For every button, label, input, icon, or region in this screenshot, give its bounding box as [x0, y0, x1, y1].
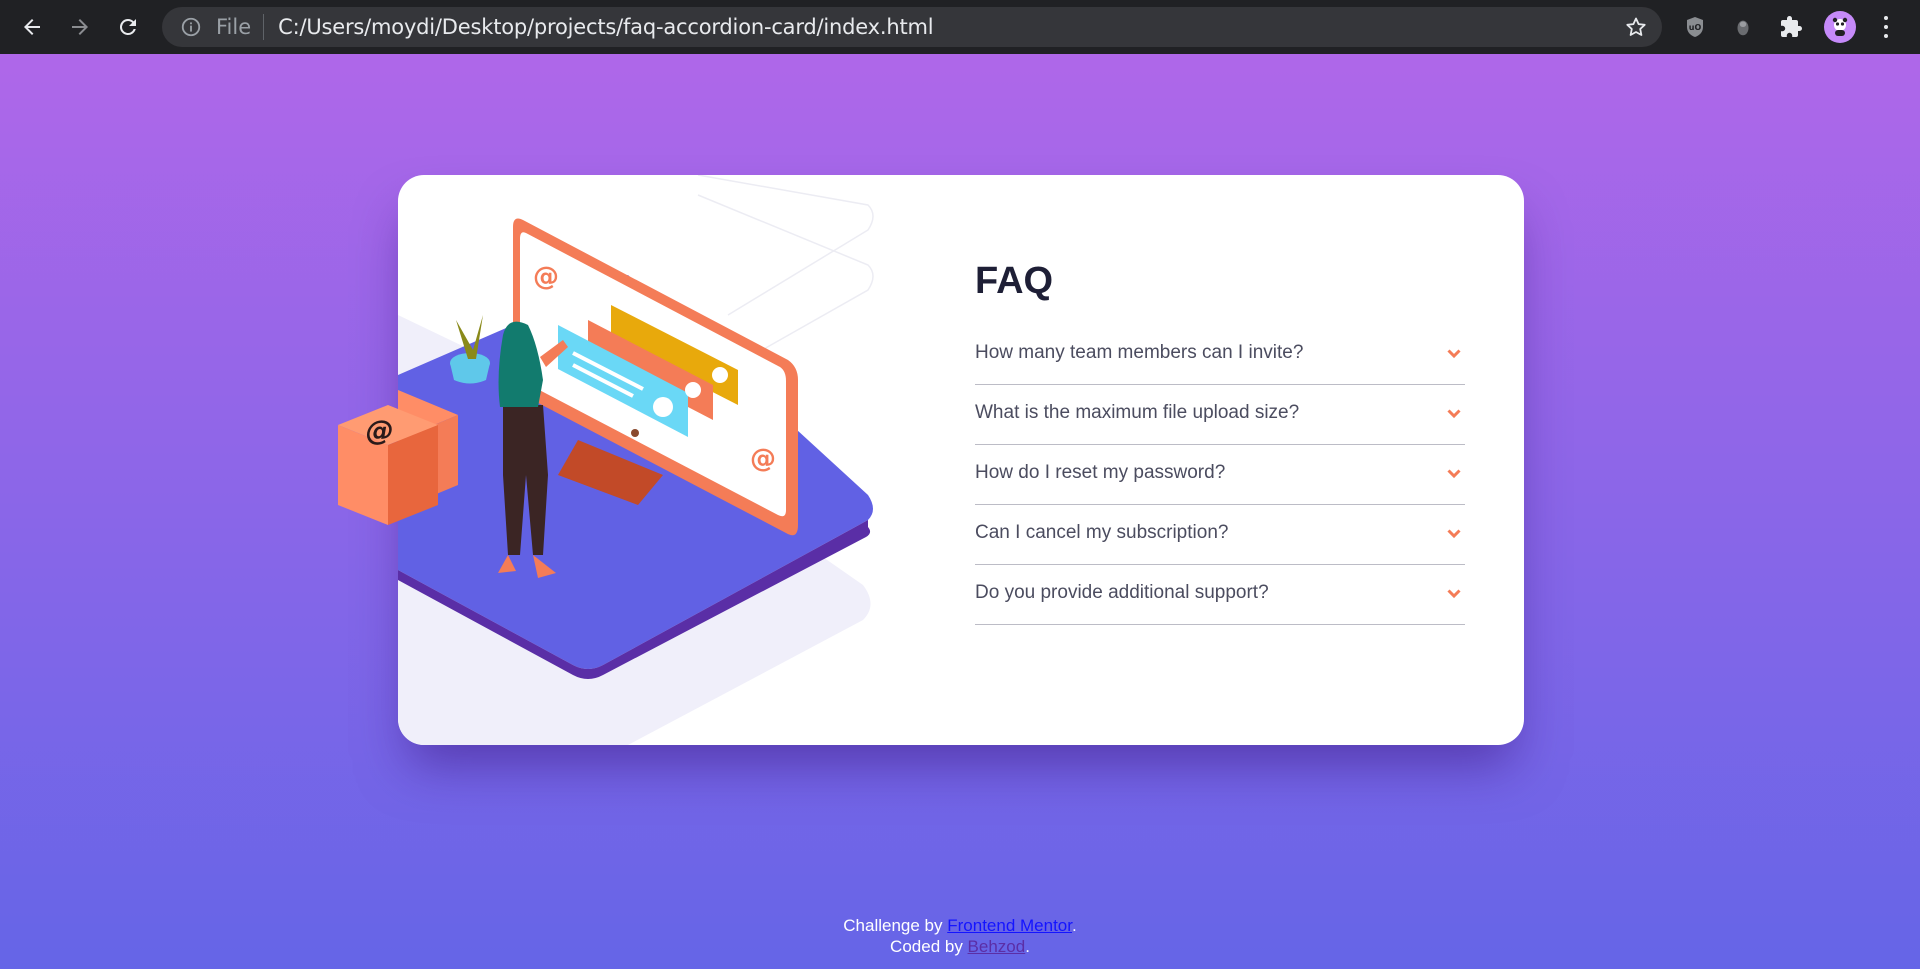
- puzzle-icon[interactable]: [1778, 14, 1804, 40]
- url-text[interactable]: C:/Users/moydi/Desktop/projects/faq-acco…: [278, 15, 933, 39]
- woman-at-computer-illustration: @ @: [398, 175, 874, 745]
- faq-item[interactable]: How do I reset my password?: [975, 445, 1465, 505]
- at-sign-cube: @: [338, 405, 438, 525]
- svg-text:uO: uO: [1689, 23, 1702, 32]
- more-menu-icon[interactable]: [1876, 14, 1896, 40]
- faq-card: @ @ @ FAQ How many team members can I in…: [338, 175, 1524, 745]
- faq-question[interactable]: How do I reset my password?: [975, 462, 1225, 484]
- challenge-suffix: .: [1071, 916, 1077, 935]
- faq-title: FAQ: [975, 260, 1054, 302]
- faq-question[interactable]: How many team members can I invite?: [975, 342, 1303, 364]
- chevron-down-icon[interactable]: [1447, 349, 1461, 359]
- challenge-prefix: Challenge by: [843, 916, 948, 935]
- back-arrow-icon[interactable]: [8, 0, 56, 54]
- browser-toolbar: File C:/Users/moydi/Desktop/projects/faq…: [0, 0, 1920, 54]
- faq-item[interactable]: How many team members can I invite?: [975, 325, 1465, 385]
- faq-item[interactable]: What is the maximum file upload size?: [975, 385, 1465, 445]
- faq-question[interactable]: What is the maximum file upload size?: [975, 402, 1299, 424]
- extension-icon[interactable]: [1730, 14, 1756, 40]
- svg-text:@: @: [363, 414, 397, 447]
- coded-suffix: .: [1025, 937, 1030, 956]
- file-label: File: [216, 15, 252, 39]
- faq-question[interactable]: Do you provide additional support?: [975, 582, 1269, 604]
- chevron-down-icon[interactable]: [1447, 589, 1461, 599]
- svg-text:@: @: [750, 444, 776, 474]
- address-bar[interactable]: File C:/Users/moydi/Desktop/projects/faq…: [162, 7, 1662, 47]
- forward-arrow-icon[interactable]: [56, 0, 104, 54]
- faq-section: FAQ How many team members can I invite? …: [975, 260, 1465, 625]
- chevron-down-icon[interactable]: [1447, 469, 1461, 479]
- illustration-container: @ @: [398, 175, 958, 745]
- frontend-mentor-link[interactable]: Frontend Mentor: [947, 916, 1072, 935]
- coded-line: Coded by Behzod.: [0, 936, 1920, 957]
- svg-text:@: @: [533, 262, 559, 292]
- omnibox-separator: [263, 14, 265, 40]
- reload-icon[interactable]: [104, 0, 152, 54]
- chevron-down-icon[interactable]: [1447, 529, 1461, 539]
- author-link[interactable]: Behzod: [968, 937, 1026, 956]
- faq-item[interactable]: Can I cancel my subscription?: [975, 505, 1465, 565]
- coded-prefix: Coded by: [890, 937, 968, 956]
- faq-item[interactable]: Do you provide additional support?: [975, 565, 1465, 625]
- faq-question[interactable]: Can I cancel my subscription?: [975, 522, 1228, 544]
- profile-avatar[interactable]: [1824, 11, 1856, 43]
- star-icon[interactable]: [1624, 15, 1648, 39]
- ublock-icon[interactable]: uO: [1682, 14, 1708, 40]
- chevron-down-icon[interactable]: [1447, 409, 1461, 419]
- page-background: @ @ @ FAQ How many team members can I in…: [0, 54, 1920, 969]
- info-icon[interactable]: [180, 16, 202, 38]
- attribution-footer: Challenge by Frontend Mentor. Coded by B…: [0, 915, 1920, 957]
- challenge-line: Challenge by Frontend Mentor.: [0, 915, 1920, 936]
